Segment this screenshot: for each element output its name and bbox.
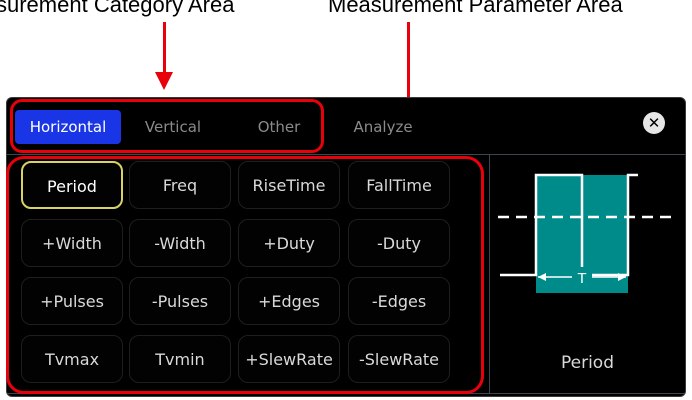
preview-label: Period (560, 353, 614, 373)
category-arrow-shaft (163, 22, 166, 74)
period-symbol: T (577, 270, 586, 287)
parameter-area-annotation: Measurement Parameter Area (328, 0, 623, 17)
period-waveform-icon: T (498, 173, 678, 293)
parameter-preview: T Period (489, 155, 685, 393)
tab-analyze[interactable]: Analyze (343, 110, 423, 144)
close-icon[interactable]: ✕ (643, 112, 665, 134)
category-area-highlight (10, 99, 324, 153)
category-arrow-head (155, 72, 173, 90)
parameter-area-highlight (6, 156, 484, 394)
category-area-annotation: surement Category Area (0, 0, 235, 17)
